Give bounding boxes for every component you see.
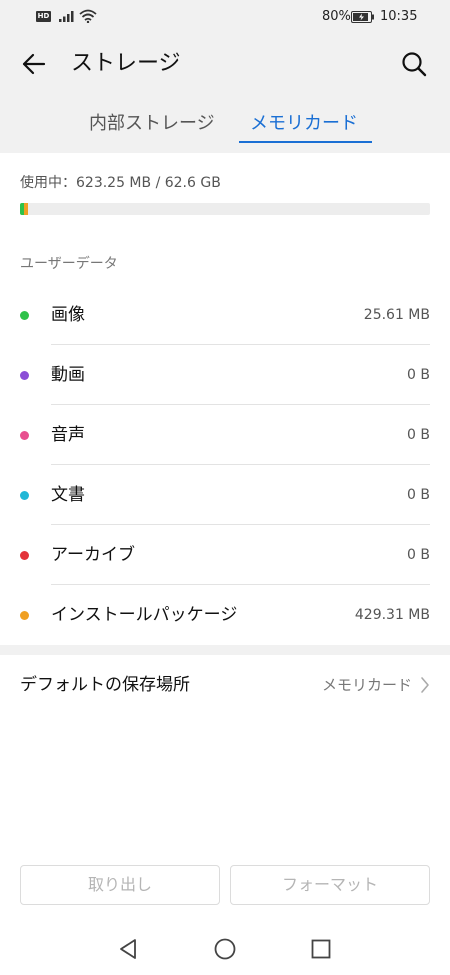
default-storage-value: メモリカード (321, 676, 412, 694)
signal-icon (59, 11, 74, 22)
arrow-left-icon[interactable] (20, 50, 48, 78)
category-label: 音声 (51, 425, 85, 445)
category-row-archives[interactable]: アーカイブ 0 B (0, 525, 450, 585)
chevron-right-icon (421, 677, 429, 693)
category-size: 0 B (407, 367, 430, 383)
clock: 10:35 (380, 9, 418, 24)
wifi-icon (79, 9, 97, 23)
tab-memory-card[interactable]: メモリカード (250, 111, 358, 137)
category-label: 画像 (51, 305, 85, 325)
category-color-dot (20, 611, 29, 620)
category-color-dot (20, 551, 29, 560)
format-button[interactable]: フォーマット (230, 865, 430, 905)
category-size: 0 B (407, 547, 430, 563)
category-row-images[interactable]: 画像 25.61 MB (0, 285, 450, 345)
tab-internal-storage[interactable]: 内部ストレージ (89, 111, 215, 137)
status-bar: HD 80% 10:35 (0, 0, 450, 34)
page-title: ストレージ (71, 51, 181, 76)
eject-button[interactable]: 取り出し (20, 865, 220, 905)
category-size: 0 B (407, 427, 430, 443)
hd-icon: HD (36, 11, 51, 22)
nav-back-icon[interactable] (116, 937, 140, 961)
category-label: 動画 (51, 365, 85, 385)
battery-percent: 80% (322, 9, 351, 24)
category-row-documents[interactable]: 文書 0 B (0, 465, 450, 525)
usage-bar (20, 203, 430, 215)
category-size: 429.31 MB (354, 607, 430, 623)
section-separator (0, 645, 450, 655)
usage-segment (24, 203, 28, 215)
category-size: 0 B (407, 487, 430, 503)
section-header-user-data: ユーザーデータ (20, 256, 118, 272)
category-color-dot (20, 431, 29, 440)
category-row-install-packages[interactable]: インストールパッケージ 429.31 MB (0, 585, 450, 645)
category-color-dot (20, 491, 29, 500)
battery-charging-icon (351, 11, 374, 23)
category-size: 25.61 MB (363, 307, 430, 323)
category-label: インストールパッケージ (51, 605, 238, 625)
default-storage-row[interactable]: デフォルトの保存場所 メモリカード (0, 655, 450, 717)
usage-summary: 使用中：623.25 MB / 62.6 GB (20, 175, 221, 191)
category-label: 文書 (51, 485, 85, 505)
nav-home-icon[interactable] (213, 937, 237, 961)
search-icon[interactable] (400, 50, 428, 78)
category-color-dot (20, 371, 29, 380)
default-storage-label: デフォルトの保存場所 (20, 675, 190, 695)
nav-recent-apps-icon[interactable] (309, 937, 333, 961)
category-color-dot (20, 311, 29, 320)
tab-selected-indicator (239, 141, 372, 143)
category-row-videos[interactable]: 動画 0 B (0, 345, 450, 405)
category-row-audio[interactable]: 音声 0 B (0, 405, 450, 465)
category-label: アーカイブ (51, 545, 135, 565)
